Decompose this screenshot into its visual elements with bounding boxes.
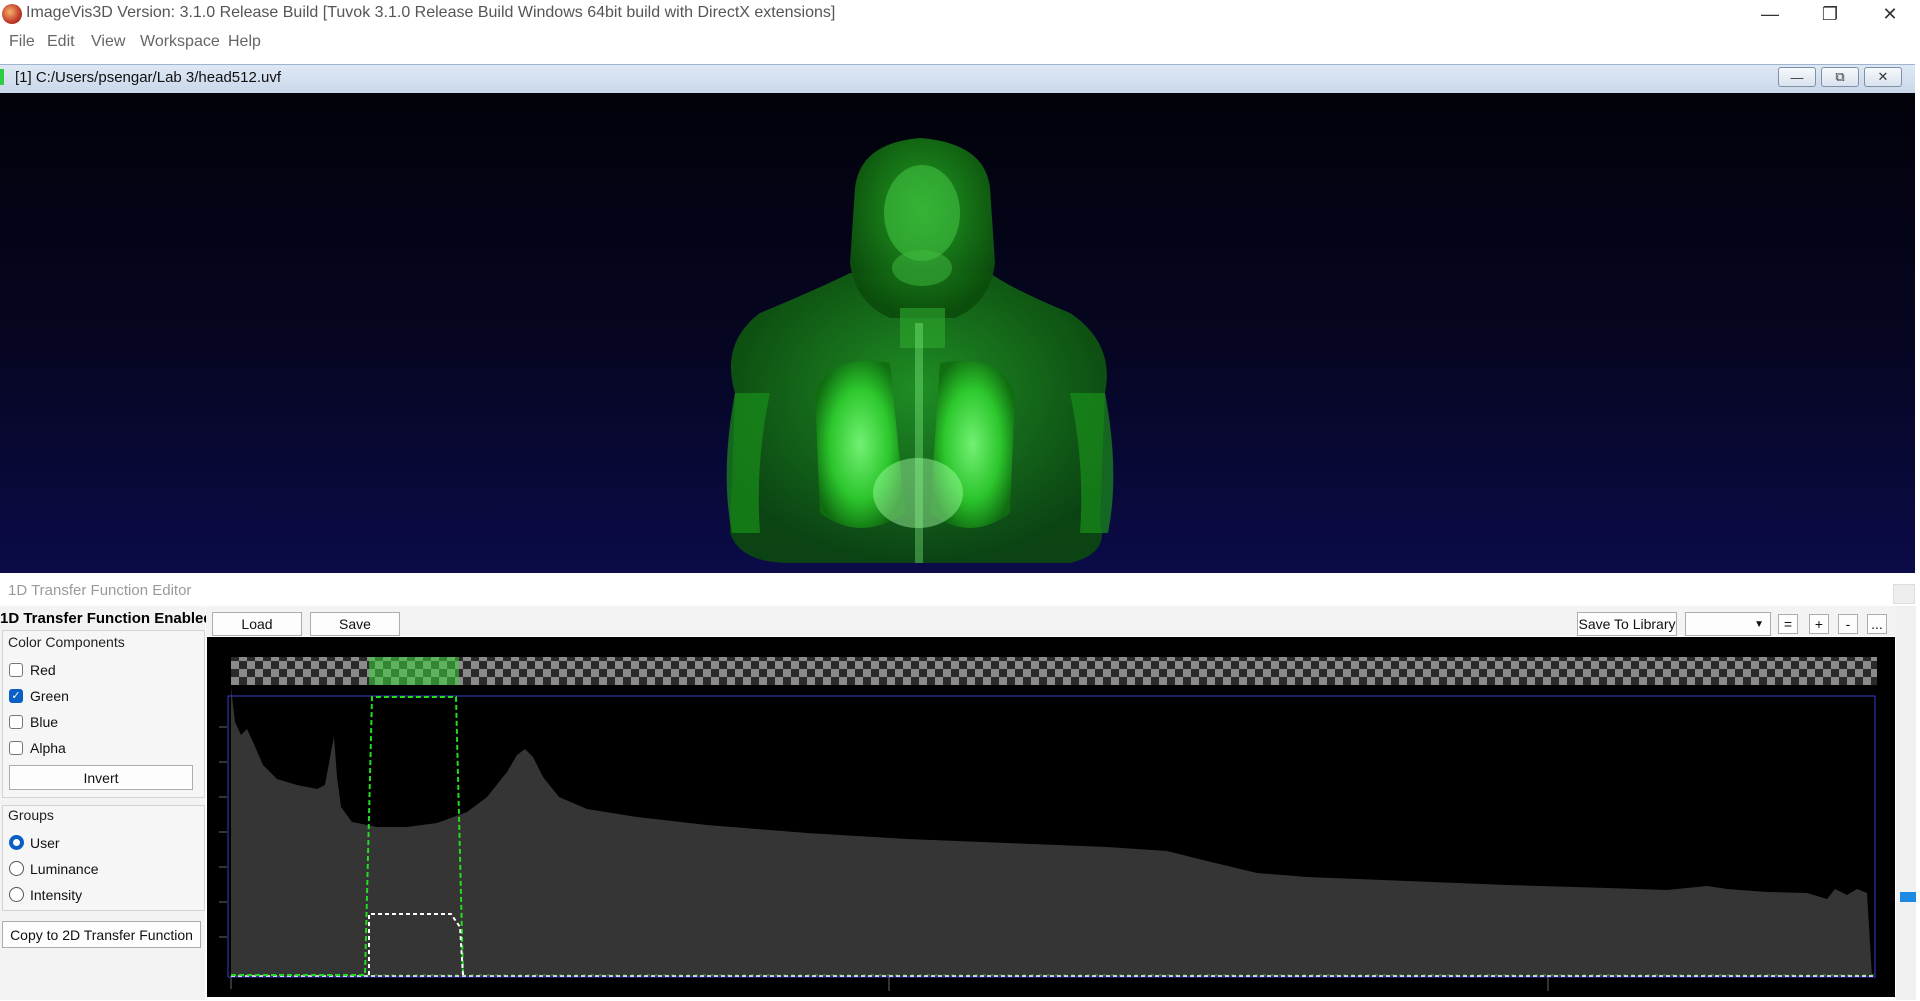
restore-icon: ❐ [1821,4,1839,24]
minimize-icon: — [1790,69,1804,85]
restore-icon: ⧉ [1835,69,1845,84]
green-label: Green [30,688,69,704]
chevron-down-icon: ▼ [1754,618,1764,630]
color-preview-green-band [369,657,459,685]
editor-title: 1D Transfer Function Editor [8,582,192,599]
red-checkbox[interactable] [9,663,23,677]
render-window-title: [1] C:/Users/psengar/Lab 3/head512.uvf [15,69,282,86]
minimize-icon: — [1761,4,1779,24]
minimize-window-button[interactable]: — [1740,0,1800,29]
more-button[interactable]: ... [1867,614,1887,634]
menu-view[interactable]: View [91,33,125,51]
groups-title: Groups [8,807,54,823]
color-preview-strip [231,657,1877,685]
app-logo-icon [2,4,22,24]
subwindow-close-button[interactable]: ✕ [1864,67,1902,87]
menu-edit[interactable]: Edit [47,33,75,51]
equal-button[interactable]: = [1778,614,1798,634]
transfer-function-canvas[interactable] [207,637,1895,997]
menu-file[interactable]: File [9,33,35,51]
close-icon: ✕ [1877,69,1889,84]
alpha-label: Alpha [30,740,66,756]
color-components-title: Color Components [8,634,125,650]
x-axis-ticks [230,977,1549,991]
y-axis-ticks [219,726,227,938]
save-button[interactable]: Save [310,612,400,636]
histogram-area [231,687,1872,977]
luminance-label: Luminance [30,861,99,877]
window-marker-icon [0,69,4,85]
volume-rendering [726,138,1114,563]
close-icon: ✕ [1882,4,1898,24]
window-title: ImageVis3D Version: 3.1.0 Release Build … [26,4,836,21]
menu-help[interactable]: Help [228,33,261,51]
intensity-label: Intensity [30,887,83,903]
green-checkbox[interactable]: ✓ [9,689,23,703]
editor-float-button[interactable] [1893,584,1915,604]
minus-button[interactable]: - [1838,614,1858,634]
invert-button[interactable]: Invert [9,765,193,790]
restore-window-button[interactable]: ❐ [1800,0,1860,29]
right-scrollbar[interactable] [1896,606,1916,1000]
scroll-thumb[interactable] [1900,892,1916,902]
plus-button[interactable]: + [1809,614,1829,634]
tf-enabled-label: 1D Transfer Function Enabled [0,610,213,627]
menu-bar [0,29,1920,54]
luminance-radio[interactable] [9,861,24,876]
intensity-radio[interactable] [9,887,24,902]
save-to-library-button[interactable]: Save To Library [1577,612,1677,636]
alpha-checkbox[interactable] [9,741,23,755]
transfer-function-plot [219,657,1877,991]
volume-render-view[interactable] [0,93,1915,573]
blue-label: Blue [30,714,59,730]
subwindow-restore-button[interactable]: ⧉ [1821,67,1859,87]
menu-workspace[interactable]: Workspace [140,33,220,51]
user-label: User [30,835,60,851]
red-label: Red [30,662,56,678]
library-select[interactable]: ▼ [1685,612,1771,636]
copy-to-2d-button[interactable]: Copy to 2D Transfer Function [2,921,201,948]
render-window-header [0,64,1915,93]
blue-checkbox[interactable] [9,715,23,729]
close-window-button[interactable]: ✕ [1860,0,1920,29]
subwindow-minimize-button[interactable]: — [1778,67,1816,87]
load-button[interactable]: Load [212,612,302,636]
user-radio[interactable] [9,835,24,850]
